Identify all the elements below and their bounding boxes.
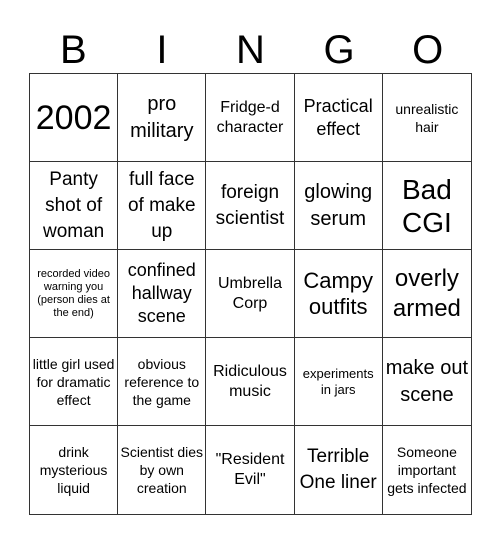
- cell-text: obvious reference to the game: [124, 355, 200, 408]
- cell-text: make out scene: [385, 356, 469, 406]
- cell-text: drink mysterious liquid: [39, 444, 108, 496]
- bingo-cell[interactable]: drink mysterious liquid: [30, 426, 119, 514]
- cell-text: Terrible One liner: [299, 446, 377, 493]
- bingo-cell[interactable]: Bad CGI: [382, 162, 471, 250]
- bingo-cell[interactable]: confined hallway scene: [118, 250, 207, 338]
- bingo-cell[interactable]: experiments in jars: [294, 338, 383, 426]
- bingo-cell[interactable]: obvious reference to the game: [118, 338, 207, 426]
- bingo-cell[interactable]: full face of make up: [118, 162, 207, 250]
- bingo-cell[interactable]: Panty shot of woman: [30, 162, 119, 250]
- cell-text: recorded video warning you (person dies …: [37, 267, 110, 319]
- cell-text: Someone important gets infected: [387, 444, 467, 496]
- bingo-cell[interactable]: Someone important gets infected: [383, 426, 471, 514]
- bingo-cell[interactable]: glowing serum: [294, 162, 383, 250]
- bingo-header: B I N G O: [29, 28, 472, 72]
- cell-text: Panty shot of woman: [42, 168, 105, 242]
- cell-text: Fridge-d character: [216, 98, 284, 136]
- bingo-cell[interactable]: Umbrella Corp: [206, 250, 295, 338]
- bingo-cell[interactable]: pro military: [118, 74, 207, 162]
- cell-text: "Resident Evil": [215, 451, 285, 488]
- cell-text: experiments in jars: [302, 365, 374, 397]
- bingo-cell[interactable]: Practical effect: [294, 74, 383, 162]
- bingo-cell[interactable]: Fridge-d character: [206, 74, 295, 162]
- bingo-cell[interactable]: Ridiculous music: [206, 338, 295, 426]
- bingo-cell[interactable]: recorded video warning you (person dies …: [30, 250, 119, 338]
- cell-text: Umbrella Corp: [217, 274, 282, 312]
- cell-text: Bad CGI: [401, 173, 452, 238]
- bingo-cell[interactable]: 2002: [30, 74, 119, 162]
- bingo-cell[interactable]: foreign scientist: [206, 162, 295, 250]
- cell-text: 2002: [35, 98, 112, 137]
- cell-text: Scientist dies by own creation: [120, 444, 204, 496]
- bingo-card: 2002 pro military Fridge-d character Pra…: [29, 73, 472, 515]
- bingo-cell[interactable]: Campy outfits: [294, 250, 383, 338]
- cell-text: little girl used for dramatic effect: [32, 355, 115, 408]
- cell-text: Ridiculous music: [213, 362, 287, 400]
- cell-text: foreign scientist: [215, 181, 285, 229]
- bingo-cell[interactable]: make out scene: [382, 338, 471, 426]
- cell-text: confined hallway scene: [127, 260, 196, 326]
- bingo-cell[interactable]: overly armed: [382, 250, 471, 338]
- cell-text: Practical effect: [303, 95, 373, 139]
- cell-text: glowing serum: [304, 180, 373, 230]
- header-letter-g: G: [323, 28, 355, 72]
- bingo-cell[interactable]: Scientist dies by own creation: [118, 426, 207, 514]
- header-letter-o: O: [412, 28, 444, 72]
- header-letter-n: N: [236, 28, 265, 72]
- header-letter-b: B: [59, 28, 87, 72]
- bingo-cell[interactable]: "Resident Evil": [206, 426, 295, 514]
- cell-text: full face of make up: [127, 168, 196, 242]
- cell-text: pro military: [130, 92, 194, 142]
- cell-text: unrealistic hair: [395, 100, 459, 135]
- bingo-cell[interactable]: unrealistic hair: [382, 74, 471, 162]
- bingo-cell[interactable]: Terrible One liner: [295, 426, 383, 514]
- bingo-cell[interactable]: little girl used for dramatic effect: [30, 338, 119, 426]
- header-letter-i: I: [156, 28, 168, 72]
- cell-text: Campy outfits: [303, 267, 374, 319]
- cell-text: overly armed: [392, 264, 461, 322]
